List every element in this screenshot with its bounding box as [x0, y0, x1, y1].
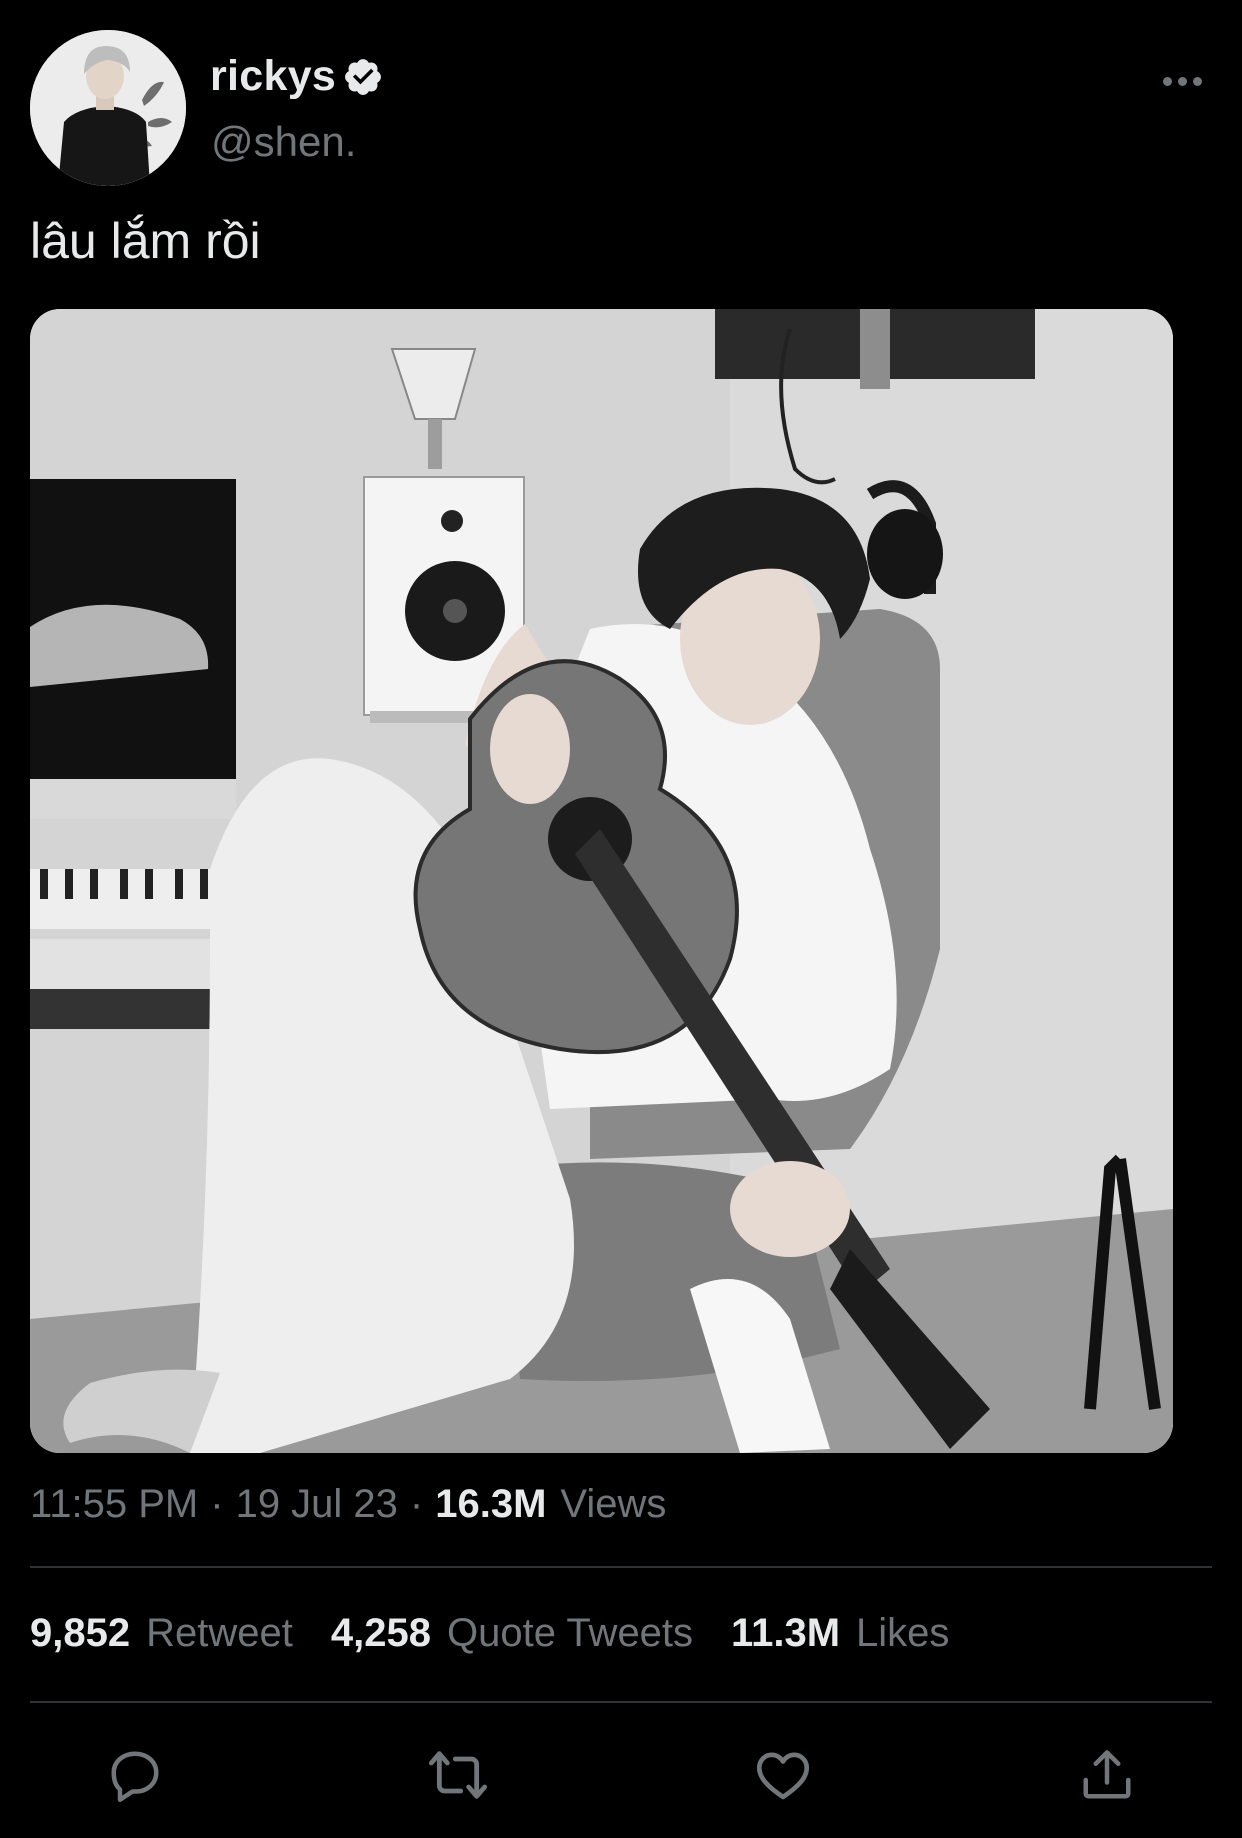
tweet-header: rickys @shen.: [30, 30, 1212, 186]
retweet-stat[interactable]: 9,852 Retweet: [30, 1611, 293, 1656]
heart-icon: [756, 1752, 810, 1800]
views-label: Views: [560, 1482, 667, 1526]
likes-label: Likes: [856, 1611, 950, 1655]
quote-tweets-count: 4,258: [330, 1611, 431, 1655]
views-count: 16.3M: [435, 1482, 547, 1526]
engagement-stats: 9,852 Retweet 4,258 Quote Tweets 11.3M L…: [30, 1611, 987, 1656]
share-icon: [1083, 1750, 1131, 1799]
quote-tweets-stat[interactable]: 4,258 Quote Tweets: [331, 1611, 693, 1656]
tweet-meta: 11:55 PM · 19 Jul 23 · 16.3M Views: [30, 1482, 666, 1527]
avatar[interactable]: [30, 30, 186, 186]
tweet-photo[interactable]: [30, 309, 1173, 1453]
quote-tweets-label: Quote Tweets: [446, 1611, 694, 1655]
share-button[interactable]: [1072, 1740, 1142, 1810]
retweet-label: Retweet: [146, 1611, 293, 1655]
retweet-count: 9,852: [30, 1611, 131, 1655]
reply-button[interactable]: [100, 1740, 170, 1810]
action-bar: [0, 1740, 1242, 1810]
tweet-date[interactable]: 19 Jul 23: [236, 1482, 398, 1527]
like-button[interactable]: [748, 1740, 818, 1810]
meta-separator: ·: [409, 1482, 424, 1526]
divider: [30, 1566, 1212, 1568]
reply-icon: [111, 1751, 159, 1802]
handle[interactable]: @shen.: [211, 118, 356, 166]
retweet-icon: [428, 1751, 488, 1799]
retweet-button[interactable]: [423, 1740, 493, 1810]
likes-stat[interactable]: 11.3M Likes: [731, 1611, 949, 1656]
tweet-time[interactable]: 11:55 PM: [30, 1482, 198, 1527]
more-horizontal-icon[interactable]: [1152, 66, 1212, 96]
tweet-text: lâu lắm rồi: [30, 213, 261, 269]
verified-badge-icon: [345, 58, 382, 95]
likes-count: 11.3M: [731, 1611, 841, 1655]
divider: [30, 1701, 1212, 1703]
display-name[interactable]: rickys: [210, 52, 336, 101]
meta-separator: ·: [210, 1482, 224, 1526]
